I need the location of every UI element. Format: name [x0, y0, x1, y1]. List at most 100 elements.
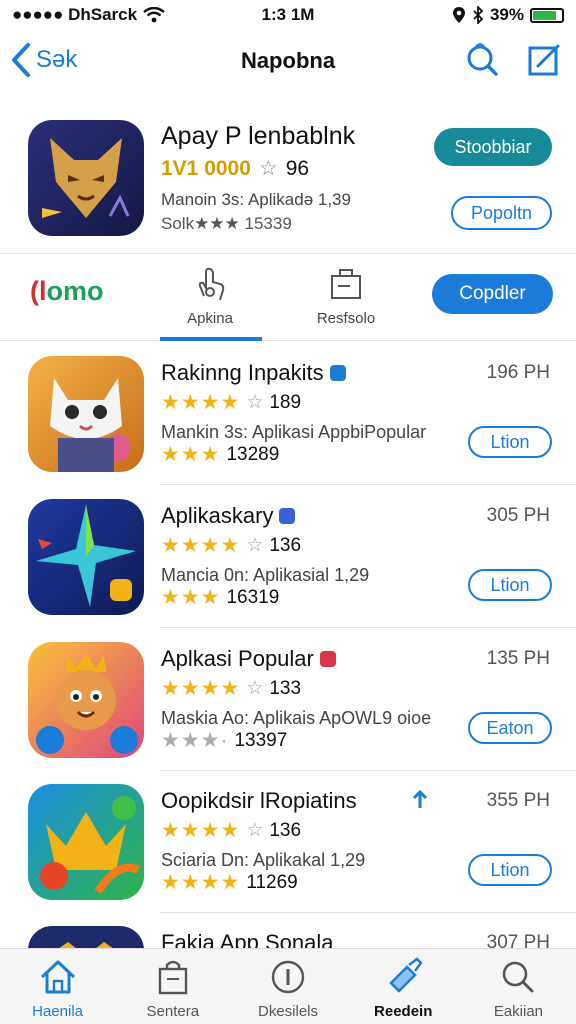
pin-icon: [412, 790, 428, 808]
star-rating-icon: ★★★★: [161, 391, 241, 414]
navigation-bar: Sək Napobna: [0, 34, 576, 90]
app-name: Oopikdsir lRopiatins: [161, 788, 357, 814]
active-tab-indicator: [160, 337, 262, 341]
star-rating-icon: ★★★: [161, 443, 221, 466]
back-label: Sək: [36, 46, 78, 73]
app-description: Mancia 0n: Aplikasial 1,29: [161, 565, 370, 585]
rating-line-2: ★★★★ 11269: [161, 870, 298, 895]
app-name: Rakinng Inpakits: [161, 360, 346, 386]
featured-rating: 1V1 0000 ☆ 96: [161, 156, 309, 181]
app-name-text: Aplikaskary: [161, 503, 274, 528]
tab-search[interactable]: Eakiian: [461, 949, 576, 1024]
tab-apkina[interactable]: Apkina: [160, 266, 260, 327]
rating-line: ★★★★ ☆ 189: [161, 390, 301, 415]
home-icon: [40, 960, 75, 994]
rating-count: 136: [269, 534, 302, 556]
rating-count: 136: [269, 819, 302, 841]
featured-primary-button[interactable]: Stoobbiar: [434, 128, 552, 166]
rating-count-2: 13397: [234, 729, 288, 751]
battery-icon: [530, 7, 564, 23]
status-bar: ●●●●● DhSarck 1:3 1M 39%: [0, 0, 576, 30]
lion-character-icon: [28, 642, 144, 758]
status-left: ●●●●● DhSarck: [12, 5, 165, 25]
app-action-button[interactable]: Eaton: [468, 712, 552, 744]
list-item[interactable]: Aplikaskary 305 PH ★★★★ ☆ 136 Mancia 0n: A…: [0, 485, 576, 628]
rating-line-2: ★★★ 16319: [161, 585, 279, 610]
category-tabs: (l omo Apkina Resfsolo Copdler: [0, 253, 576, 341]
app-action-button[interactable]: Ltion: [468, 426, 552, 458]
rating-count-2: 13289: [226, 443, 280, 465]
star-burst-icon: [28, 499, 144, 615]
fox-mask-icon: [28, 120, 144, 236]
list-item[interactable]: Aplkasi Popular 135 PH ★★★★ ☆ 133 Maskia A…: [0, 628, 576, 771]
rating-line-2: ★★★· 13397: [161, 728, 287, 753]
app-description: Maskia Ao: Aplikais ApOWL9 oioe: [161, 708, 432, 728]
crown-icon: [28, 784, 144, 900]
app-icon-lion: [28, 642, 144, 758]
star-outline-icon: ☆: [246, 535, 264, 556]
cat-character-icon: [28, 356, 144, 472]
app-size: 196 PH: [486, 362, 550, 383]
bluetooth-icon: [473, 6, 484, 24]
star-outline-icon: ☆: [246, 678, 264, 699]
app-icon-crown: [28, 784, 144, 900]
tab-redeem-label: Reedein: [374, 1003, 433, 1020]
compose-icon[interactable]: [526, 42, 562, 78]
search-icon: [503, 961, 534, 993]
featured-app[interactable]: Apay P lenbablnk 1V1 0000 ☆ 96 Manoin 3s…: [0, 104, 576, 244]
brand-logo: (l omo: [30, 276, 104, 307]
featured-rating-small: 96: [285, 156, 310, 180]
app-name-text: Oopikdsir lRopiatins: [161, 788, 357, 813]
star-rating-icon: ★★★★: [161, 677, 241, 700]
star-rating-icon: ★★★★: [161, 819, 241, 842]
search-icon[interactable]: [464, 42, 500, 78]
app-size: 355 PH: [486, 790, 550, 811]
rating-line-2: ★★★ 13289: [161, 442, 279, 467]
app-store-screen: ●●●●● DhSarck 1:3 1M 39% Sək Napobna Apa…: [0, 0, 576, 1024]
star-rating-icon: ★★★: [161, 586, 221, 609]
rating-count-2: 16319: [226, 586, 280, 608]
list-item[interactable]: Oopikdsir lRopiatins 355 PH ★★★★ ☆ 136 Sci…: [0, 770, 576, 913]
app-name-text: Rakinng Inpakits: [161, 360, 324, 385]
list-item[interactable]: Rakinng Inpakits 196 PH ★★★★ ☆ 189 Mankin …: [0, 342, 576, 485]
rating-count: 133: [269, 677, 302, 699]
tab-home[interactable]: Haenila: [0, 949, 115, 1024]
brand-logo-part1: (l: [30, 276, 47, 306]
info-icon: [271, 960, 305, 994]
location-icon: [452, 7, 465, 23]
tab-details-label: Dkesilels: [258, 1003, 319, 1020]
rating-count: 189: [269, 391, 302, 413]
briefcase-icon: [331, 269, 361, 299]
tab-details[interactable]: Dkesilels: [230, 949, 345, 1024]
shopping-bag-icon: [158, 960, 187, 995]
tab-search-label: Eakiian: [493, 1003, 544, 1020]
featured-rating-count: 1V1 0000: [161, 156, 251, 180]
hand-tap-icon: [198, 267, 225, 301]
status-right: 39%: [452, 5, 564, 25]
app-action-button[interactable]: Ltion: [468, 569, 552, 601]
nav-actions: [464, 42, 562, 78]
tab-apkina-label: Apkina: [187, 310, 233, 327]
app-action-button[interactable]: Ltion: [468, 854, 552, 886]
featured-secondary-button[interactable]: Popoltn: [451, 196, 552, 230]
app-icon-cat: [28, 356, 144, 472]
tab-sentera[interactable]: Sentera: [115, 949, 230, 1024]
rating-count-2: 11269: [246, 871, 298, 893]
verified-badge-icon: [279, 508, 296, 524]
star-rating-icon: ★★★·: [161, 729, 229, 752]
battery-percent: 39%: [489, 5, 524, 24]
app-name: Aplikaskary: [161, 503, 296, 529]
tab-sentera-label: Sentera: [146, 1003, 200, 1020]
brush-icon: [389, 957, 423, 993]
featured-meta-2: Solk★★★ 15339: [161, 214, 292, 233]
tab-resfsolo-label: Resfsolo: [316, 310, 376, 327]
star-outline-icon: ☆: [246, 820, 264, 841]
copdler-button[interactable]: Copdler: [432, 274, 553, 314]
back-button[interactable]: Sək: [10, 42, 77, 78]
tab-redeem[interactable]: Reedein: [346, 949, 461, 1024]
wifi-icon: [143, 7, 165, 23]
app-size: 135 PH: [486, 648, 550, 669]
featured-app-name: Apay P lenbablnk: [161, 122, 356, 150]
tab-resfsolo[interactable]: Resfsolo: [296, 266, 396, 327]
app-size: 305 PH: [486, 505, 550, 526]
